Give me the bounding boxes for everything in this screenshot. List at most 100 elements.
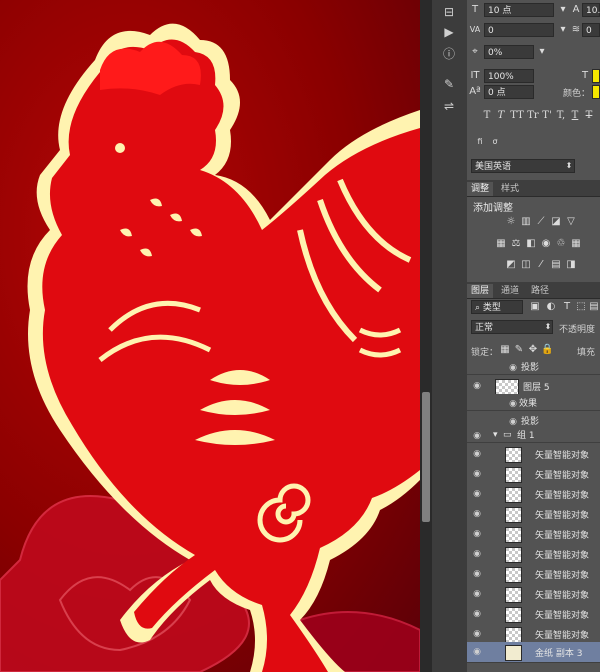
tab-paths[interactable]: 路径 (527, 284, 553, 298)
layer-row[interactable]: ◉ 矢量智能对象 (467, 504, 600, 525)
text-color-swatch[interactable] (592, 69, 600, 83)
threshold-icon[interactable]: ⁄ (535, 259, 547, 271)
layer-row[interactable]: ◉ 矢量智能对象 (467, 524, 600, 545)
small-caps-button[interactable]: Tr (526, 110, 540, 122)
scrollbar-thumb[interactable] (422, 392, 430, 522)
visibility-eye-icon[interactable]: ◉ (471, 529, 483, 539)
visibility-eye-icon[interactable]: ◉ (471, 449, 483, 459)
subscript-button[interactable]: T, (555, 110, 567, 122)
leading-field[interactable]: 10.46 (582, 3, 600, 17)
superscript-button[interactable]: T' (541, 110, 553, 122)
channel-mixer-icon[interactable]: ♲ (555, 238, 567, 250)
vertical-scale-field[interactable]: 100% (484, 69, 534, 83)
exposure-icon[interactable]: ◪ (550, 216, 562, 228)
layer-row[interactable]: ◉ 矢量智能对象 (467, 544, 600, 565)
underline-button[interactable]: T (569, 110, 581, 122)
tool-presets-icon[interactable]: ✎ (441, 76, 457, 92)
brush-presets-icon[interactable]: ⇌ (441, 98, 457, 114)
visibility-eye-icon[interactable]: ◉ (471, 647, 483, 657)
layer-row[interactable]: ◉ 效果 (467, 394, 600, 411)
info-icon[interactable]: ⓘ (441, 46, 457, 62)
font-size-field[interactable]: 10 点 (484, 3, 554, 17)
tracking-field[interactable]: 0 (582, 23, 600, 37)
tab-channels[interactable]: 通道 (497, 284, 523, 298)
gradient-map-icon[interactable]: ▤ (550, 259, 562, 271)
vertical-scrollbar[interactable] (420, 0, 432, 672)
layer-row[interactable]: ◉ 矢量智能对象 (467, 464, 600, 485)
brightness-icon[interactable]: ☼ (505, 216, 517, 228)
lock-all-icon[interactable]: 🔒 (541, 344, 553, 356)
layer-row[interactable]: ◉ 矢量智能对象 (467, 604, 600, 625)
layer-row[interactable]: ◉ 矢量智能对象 (467, 564, 600, 585)
filter-shape-icon[interactable]: ⬚ (575, 301, 587, 313)
lock-brush-icon[interactable]: ✎ (513, 344, 525, 356)
baseline-field[interactable]: 0 点 (484, 85, 534, 99)
strikethrough-button[interactable]: T (583, 110, 595, 122)
posterize-icon[interactable]: ◫ (520, 259, 532, 271)
hue-saturation-icon[interactable]: ▦ (495, 238, 507, 250)
visibility-eye-icon[interactable]: ◉ (471, 431, 483, 441)
lock-move-icon[interactable]: ✥ (527, 344, 539, 356)
layer-row[interactable]: ◉ 矢量智能对象 (467, 444, 600, 465)
layer-name: 矢量智能对象 (535, 491, 590, 501)
effect-eye-icon[interactable]: ◉ (507, 363, 519, 373)
ordinal-icon[interactable]: σ (489, 136, 501, 148)
visibility-eye-icon[interactable]: ◉ (471, 549, 483, 559)
adjust-icons-row1: ☼ ▥ ⟋ ◪ ▽ (505, 216, 599, 230)
filter-smart-icon[interactable]: ▤ (588, 301, 600, 313)
filter-adjust-icon[interactable]: ◐ (545, 301, 557, 313)
faux-italic-button[interactable]: T (495, 110, 507, 122)
filter-type-icon[interactable]: T (561, 301, 573, 313)
visibility-eye-icon[interactable]: ◉ (471, 609, 483, 619)
color-balance-icon[interactable]: ⚖ (510, 238, 522, 250)
layer-filter-select[interactable]: ⌕ 类型 (471, 300, 523, 314)
document-canvas[interactable] (0, 0, 420, 672)
history-icon[interactable]: ⊟ (441, 4, 457, 20)
blend-mode-select[interactable]: 正常 (471, 320, 553, 334)
layer-row[interactable]: ◉ 投影 (467, 358, 600, 375)
tsume-field[interactable]: 0% (484, 45, 534, 59)
faux-bold-button[interactable]: T (481, 110, 493, 122)
visibility-eye-icon[interactable]: ◉ (471, 629, 483, 639)
group-expand-icon[interactable]: ▾ (493, 430, 498, 440)
visibility-eye-icon[interactable]: ◉ (471, 569, 483, 579)
leading-icon: A (572, 4, 580, 15)
visibility-eye-icon[interactable]: ◉ (471, 509, 483, 519)
right-panel: T 10 点 ▾ A 10.46 VA 0 ▾ ≋ 0 ⌖ 0% ▾ IT 10… (467, 0, 600, 672)
levels-icon[interactable]: ▥ (520, 216, 532, 228)
tab-styles[interactable]: 样式 (497, 182, 523, 196)
layer-row[interactable]: ◉ 矢量智能对象 (467, 484, 600, 505)
tab-adjustments[interactable]: 调整 (467, 182, 494, 196)
language-select[interactable]: 美国英语 (471, 159, 575, 173)
layer-row[interactable]: ◉ 金纸 副本 3 (467, 642, 600, 663)
layers-tabbar: 图层 通道 路径 (467, 282, 600, 299)
tab-layers[interactable]: 图层 (467, 284, 494, 298)
layer-row[interactable]: ◉ ▾ ▭ 组 1 (467, 426, 600, 443)
color-swatch[interactable] (592, 85, 600, 99)
effect-eye-icon[interactable]: ◉ (507, 399, 519, 409)
filter-pixel-icon[interactable]: ▣ (529, 301, 541, 313)
layer-thumbnail (505, 627, 522, 643)
dropdown-arrow-icon[interactable]: ▾ (536, 46, 548, 58)
selective-color-icon[interactable]: ◨ (565, 259, 577, 271)
color-lookup-icon[interactable]: ▦ (570, 238, 582, 250)
visibility-eye-icon[interactable]: ◉ (471, 381, 483, 391)
actions-icon[interactable]: ▶ (441, 24, 457, 40)
dropdown-arrow-icon[interactable]: ▾ (557, 24, 569, 36)
dropdown-arrow-icon[interactable]: ▾ (557, 4, 569, 16)
fi-ligature-icon[interactable]: fi (474, 136, 486, 148)
photo-filter-icon[interactable]: ◉ (540, 238, 552, 250)
curves-icon[interactable]: ⟋ (535, 216, 547, 228)
horizontal-scale-icon: T (581, 70, 589, 81)
visibility-eye-icon[interactable]: ◉ (471, 469, 483, 479)
black-white-icon[interactable]: ◧ (525, 238, 537, 250)
kerning-field[interactable]: 0 (484, 23, 554, 37)
layer-row[interactable]: ◉ 矢量智能对象 (467, 584, 600, 605)
lock-transparent-icon[interactable]: ▦ (499, 344, 511, 356)
all-caps-button[interactable]: TT (509, 110, 525, 122)
visibility-eye-icon[interactable]: ◉ (471, 589, 483, 599)
invert-icon[interactable]: ◩ (505, 259, 517, 271)
visibility-eye-icon[interactable]: ◉ (471, 489, 483, 499)
vibrance-icon[interactable]: ▽ (565, 216, 577, 228)
search-icon: ⌕ (475, 303, 481, 313)
